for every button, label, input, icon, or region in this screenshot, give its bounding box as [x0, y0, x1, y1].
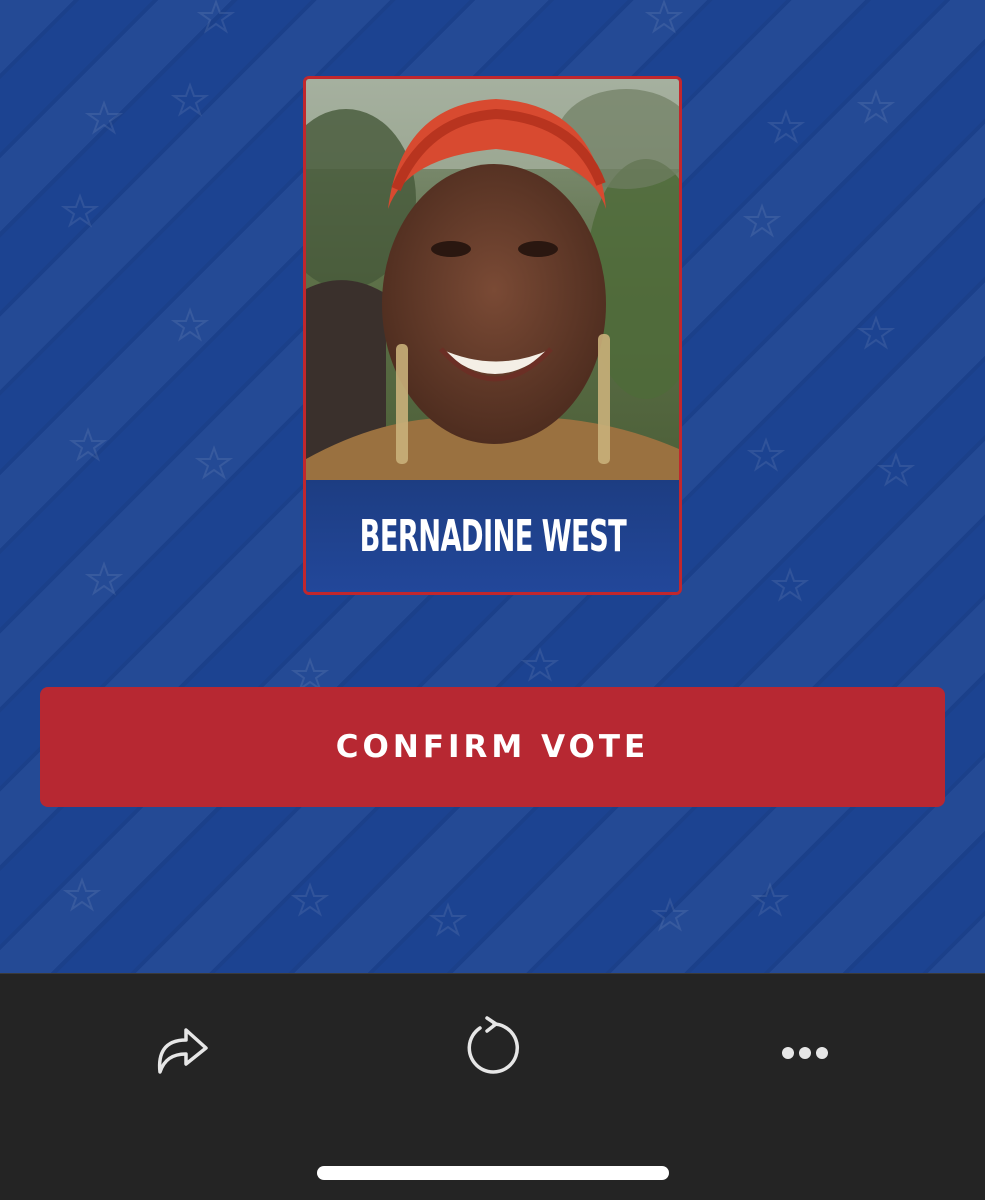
share-button[interactable]: [138, 1006, 218, 1086]
share-icon: [157, 1028, 208, 1074]
candidate-photo: [306, 79, 679, 480]
vote-screen: BERNADINE WEST CONFIRM VOTE: [0, 0, 985, 1200]
more-icon: [782, 1047, 828, 1059]
more-button[interactable]: [767, 1006, 847, 1086]
reload-icon: [467, 1016, 520, 1074]
vote-panel: BERNADINE WEST CONFIRM VOTE: [0, 0, 985, 973]
reload-button[interactable]: [452, 1006, 532, 1086]
candidate-card[interactable]: BERNADINE WEST: [303, 76, 682, 595]
candidate-name-band: BERNADINE WEST: [306, 480, 679, 592]
home-indicator[interactable]: [317, 1166, 669, 1180]
confirm-vote-label: CONFIRM VOTE: [335, 729, 650, 765]
candidate-name: BERNADINE WEST: [359, 510, 626, 562]
confirm-vote-button[interactable]: CONFIRM VOTE: [40, 687, 945, 807]
